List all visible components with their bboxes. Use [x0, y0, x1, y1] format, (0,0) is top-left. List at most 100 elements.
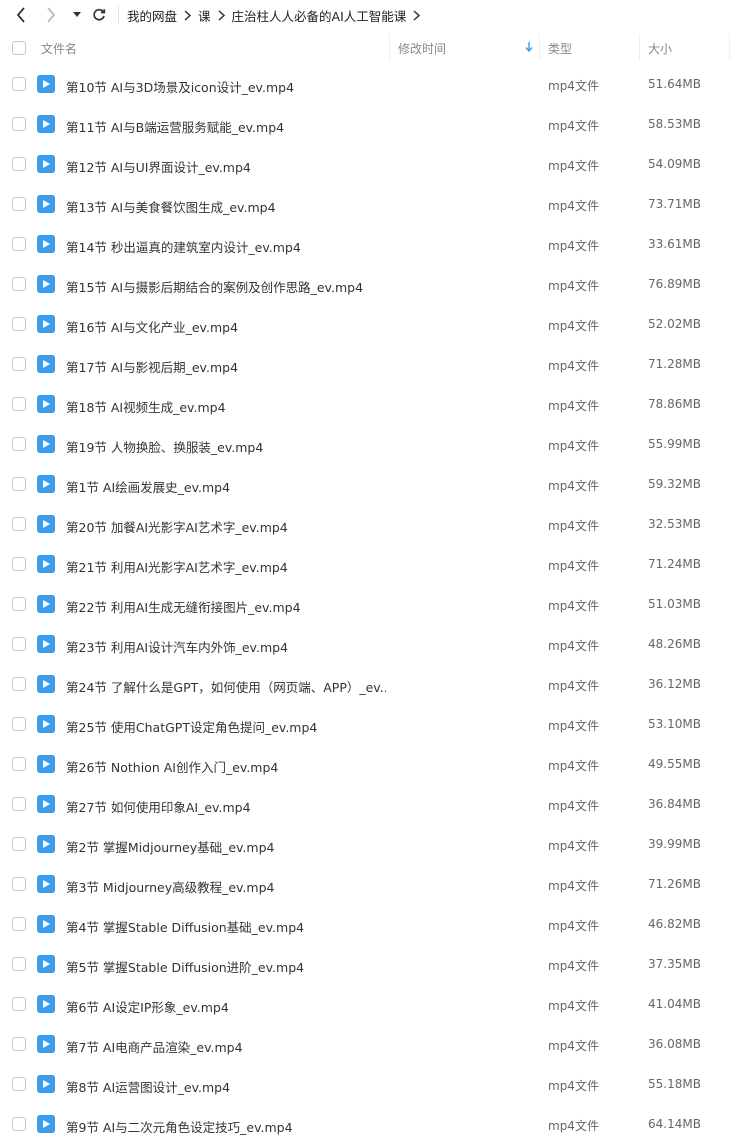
breadcrumb-item-folder[interactable]: 课 [198, 6, 211, 25]
file-row[interactable]: 第9节 AI与二次元角色设定技巧_ev.mp4 mp4文件 64.14MB [0, 1104, 748, 1144]
row-checkbox[interactable] [12, 197, 26, 211]
file-row[interactable]: 第25节 使用ChatGPT设定角色提问_ev.mp4 mp4文件 53.10MB [0, 704, 748, 744]
file-row[interactable]: 第8节 AI运营图设计_ev.mp4 mp4文件 55.18MB [0, 1064, 748, 1104]
file-row[interactable]: 第2节 掌握Midjourney基础_ev.mp4 mp4文件 39.99MB [0, 824, 748, 864]
row-checkbox[interactable] [12, 1037, 26, 1051]
row-checkbox[interactable] [12, 917, 26, 931]
column-header-modified[interactable]: 修改时间 [398, 40, 446, 57]
file-row[interactable]: 第20节 加餐AI光影字AI艺术字_ev.mp4 mp4文件 32.53MB [0, 504, 748, 544]
file-name[interactable]: 第17节 AI与影视后期_ev.mp4 [66, 357, 238, 376]
column-header-name[interactable]: 文件名 [41, 40, 77, 57]
row-checkbox[interactable] [12, 677, 26, 691]
file-name[interactable]: 第16节 AI与文化产业_ev.mp4 [66, 317, 238, 336]
row-checkbox[interactable] [12, 877, 26, 891]
file-name[interactable]: 第10节 AI与3D场景及icon设计_ev.mp4 [66, 77, 294, 96]
file-row[interactable]: 第13节 AI与美食餐饮图生成_ev.mp4 mp4文件 73.71MB [0, 184, 748, 224]
file-name[interactable]: 第12节 AI与UI界面设计_ev.mp4 [66, 157, 251, 176]
column-divider[interactable] [389, 34, 390, 61]
file-name[interactable]: 第26节 Nothion AI创作入门_ev.mp4 [66, 757, 278, 776]
file-name[interactable]: 第14节 秒出逼真的建筑室内设计_ev.mp4 [66, 237, 301, 256]
file-row[interactable]: 第21节 利用AI光影字AI艺术字_ev.mp4 mp4文件 71.24MB [0, 544, 748, 584]
row-checkbox[interactable] [12, 517, 26, 531]
row-checkbox[interactable] [12, 1077, 26, 1091]
chevron-right-icon[interactable] [413, 9, 421, 21]
history-dropdown-button[interactable] [70, 4, 84, 26]
file-name[interactable]: 第3节 Midjourney高级教程_ev.mp4 [66, 877, 275, 896]
file-name[interactable]: 第15节 AI与摄影后期结合的案例及创作思路_ev.mp4 [66, 277, 363, 296]
file-name[interactable]: 第5节 掌握Stable Diffusion进阶_ev.mp4 [66, 957, 304, 976]
file-name[interactable]: 第18节 AI视频生成_ev.mp4 [66, 397, 226, 416]
row-checkbox[interactable] [12, 717, 26, 731]
file-name[interactable]: 第24节 了解什么是GPT，如何使用（网页端、APP）_ev.... [66, 677, 386, 696]
select-all-checkbox[interactable] [12, 41, 26, 55]
column-header-size[interactable]: 大小 [648, 40, 672, 57]
file-name[interactable]: 第22节 利用AI生成无缝衔接图片_ev.mp4 [66, 597, 301, 616]
row-checkbox[interactable] [12, 397, 26, 411]
breadcrumb-item-current[interactable]: 庄治柱人人必备的AI人工智能课 [232, 6, 407, 25]
file-row[interactable]: 第11节 AI与B端运营服务赋能_ev.mp4 mp4文件 58.53MB [0, 104, 748, 144]
file-name[interactable]: 第25节 使用ChatGPT设定角色提问_ev.mp4 [66, 717, 317, 736]
row-checkbox[interactable] [12, 837, 26, 851]
forward-button[interactable] [40, 4, 62, 26]
row-checkbox[interactable] [12, 637, 26, 651]
file-name[interactable]: 第7节 AI电商产品渲染_ev.mp4 [66, 1037, 243, 1056]
column-divider[interactable] [639, 34, 640, 61]
file-row[interactable]: 第15节 AI与摄影后期结合的案例及创作思路_ev.mp4 mp4文件 76.89M… [0, 264, 748, 304]
file-row[interactable]: 第4节 掌握Stable Diffusion基础_ev.mp4 mp4文件 46.8… [0, 904, 748, 944]
file-name[interactable]: 第8节 AI运营图设计_ev.mp4 [66, 1077, 230, 1096]
breadcrumb-item-root[interactable]: 我的网盘 [127, 6, 177, 25]
file-name[interactable]: 第6节 AI设定IP形象_ev.mp4 [66, 997, 229, 1016]
file-row[interactable]: 第24节 了解什么是GPT，如何使用（网页端、APP）_ev.... mp4文件 3… [0, 664, 748, 704]
file-name[interactable]: 第27节 如何使用印象AI_ev.mp4 [66, 797, 251, 816]
row-checkbox[interactable] [12, 1117, 26, 1131]
file-row[interactable]: 第1节 AI绘画发展史_ev.mp4 mp4文件 59.32MB [0, 464, 748, 504]
column-divider[interactable] [539, 34, 540, 61]
row-checkbox[interactable] [12, 117, 26, 131]
file-name[interactable]: 第2节 掌握Midjourney基础_ev.mp4 [66, 837, 275, 856]
file-name[interactable]: 第13节 AI与美食餐饮图生成_ev.mp4 [66, 197, 276, 216]
file-row[interactable]: 第26节 Nothion AI创作入门_ev.mp4 mp4文件 49.55MB [0, 744, 748, 784]
row-checkbox[interactable] [12, 77, 26, 91]
row-checkbox[interactable] [12, 957, 26, 971]
file-row[interactable]: 第10节 AI与3D场景及icon设计_ev.mp4 mp4文件 51.64MB [0, 64, 748, 104]
file-name[interactable]: 第21节 利用AI光影字AI艺术字_ev.mp4 [66, 557, 288, 576]
row-checkbox[interactable] [12, 997, 26, 1011]
file-row[interactable]: 第7节 AI电商产品渲染_ev.mp4 mp4文件 36.08MB [0, 1024, 748, 1064]
file-size: 49.55MB [648, 757, 701, 771]
file-row[interactable]: 第12节 AI与UI界面设计_ev.mp4 mp4文件 54.09MB [0, 144, 748, 184]
file-row[interactable]: 第6节 AI设定IP形象_ev.mp4 mp4文件 41.04MB [0, 984, 748, 1024]
file-name[interactable]: 第11节 AI与B端运营服务赋能_ev.mp4 [66, 117, 284, 136]
column-header-type[interactable]: 类型 [548, 40, 572, 57]
file-row[interactable]: 第19节 人物换脸、换服装_ev.mp4 mp4文件 55.99MB [0, 424, 748, 464]
row-checkbox[interactable] [12, 437, 26, 451]
row-checkbox[interactable] [12, 357, 26, 371]
file-row[interactable]: 第5节 掌握Stable Diffusion进阶_ev.mp4 mp4文件 37.3… [0, 944, 748, 984]
file-row[interactable]: 第3节 Midjourney高级教程_ev.mp4 mp4文件 71.26MB [0, 864, 748, 904]
file-name[interactable]: 第4节 掌握Stable Diffusion基础_ev.mp4 [66, 917, 304, 936]
column-divider[interactable] [729, 34, 730, 61]
row-checkbox[interactable] [12, 797, 26, 811]
row-checkbox[interactable] [12, 237, 26, 251]
file-row[interactable]: 第27节 如何使用印象AI_ev.mp4 mp4文件 36.84MB [0, 784, 748, 824]
row-checkbox[interactable] [12, 557, 26, 571]
row-checkbox[interactable] [12, 277, 26, 291]
refresh-button[interactable] [88, 4, 110, 26]
file-row[interactable]: 第14节 秒出逼真的建筑室内设计_ev.mp4 mp4文件 33.61MB [0, 224, 748, 264]
file-row[interactable]: 第23节 利用AI设计汽车内外饰_ev.mp4 mp4文件 48.26MB [0, 624, 748, 664]
file-name[interactable]: 第23节 利用AI设计汽车内外饰_ev.mp4 [66, 637, 288, 656]
file-name[interactable]: 第1节 AI绘画发展史_ev.mp4 [66, 477, 230, 496]
sort-desc-icon[interactable] [525, 41, 533, 55]
file-row[interactable]: 第18节 AI视频生成_ev.mp4 mp4文件 78.86MB [0, 384, 748, 424]
file-row[interactable]: 第16节 AI与文化产业_ev.mp4 mp4文件 52.02MB [0, 304, 748, 344]
file-name[interactable]: 第9节 AI与二次元角色设定技巧_ev.mp4 [66, 1117, 293, 1136]
back-button[interactable] [10, 4, 32, 26]
file-row[interactable]: 第17节 AI与影视后期_ev.mp4 mp4文件 71.28MB [0, 344, 748, 384]
file-name[interactable]: 第20节 加餐AI光影字AI艺术字_ev.mp4 [66, 517, 288, 536]
file-row[interactable]: 第22节 利用AI生成无缝衔接图片_ev.mp4 mp4文件 51.03MB [0, 584, 748, 624]
row-checkbox[interactable] [12, 317, 26, 331]
row-checkbox[interactable] [12, 757, 26, 771]
row-checkbox[interactable] [12, 157, 26, 171]
row-checkbox[interactable] [12, 597, 26, 611]
row-checkbox[interactable] [12, 477, 26, 491]
file-name[interactable]: 第19节 人物换脸、换服装_ev.mp4 [66, 437, 263, 456]
